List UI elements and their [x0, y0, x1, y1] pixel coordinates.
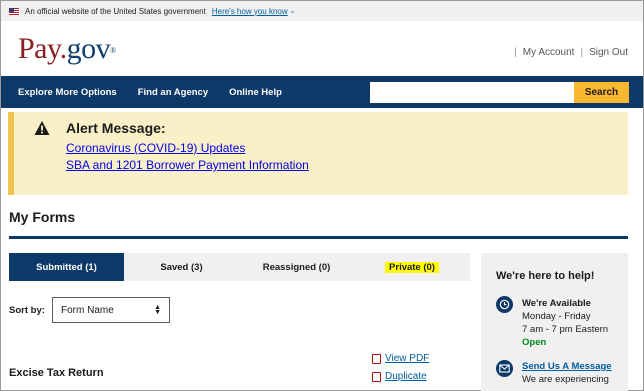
logo-pay: Pay: [18, 32, 60, 65]
search-button[interactable]: Search: [574, 82, 629, 103]
main-nav: Explore More Options Find an Agency Onli…: [1, 76, 643, 108]
paygov-logo[interactable]: Pay.gov®: [18, 32, 116, 66]
tab-submitted[interactable]: Submitted (1): [9, 253, 124, 281]
logo-gov: gov: [66, 32, 111, 65]
forms-tabs: Submitted (1) Saved (3) Reassigned (0) P…: [9, 253, 470, 281]
alert-title: Alert Message:: [66, 120, 166, 136]
duplicate-link[interactable]: Duplicate: [385, 371, 427, 382]
sort-select[interactable]: Form Name ▲ ▼: [52, 297, 170, 323]
header-separator-left: |: [514, 47, 517, 58]
duplicate-action[interactable]: Duplicate: [372, 371, 427, 382]
availability-title: We're Available: [522, 298, 591, 309]
chevron-down-icon[interactable]: ⌄: [290, 7, 296, 15]
availability-hours: 7 am - 7 pm Eastern: [522, 324, 609, 335]
header-links: | My Account | Sign Out: [508, 47, 628, 58]
send-message-link[interactable]: Send Us A Message: [522, 360, 612, 373]
us-flag-icon: [9, 7, 19, 15]
pdf-icon: [372, 353, 381, 364]
sort-label: Sort by:: [9, 305, 45, 316]
nav-explore-more-options[interactable]: Explore More Options: [1, 87, 121, 98]
sba-payment-info-link[interactable]: SBA and 1201 Borrower Payment Informatio…: [66, 158, 309, 172]
availability-days: Monday - Friday: [522, 311, 591, 322]
select-arrows-icon: ▲ ▼: [154, 304, 161, 316]
help-title: We're here to help!: [496, 270, 595, 282]
my-account-link[interactable]: My Account: [523, 47, 575, 58]
page-title: My Forms: [9, 209, 76, 225]
nav-find-an-agency[interactable]: Find an Agency: [121, 87, 212, 98]
covid-updates-link[interactable]: Coronavirus (COVID-19) Updates: [66, 141, 245, 155]
title-divider: [9, 236, 628, 239]
tab-private-label: Private (0): [385, 261, 439, 273]
warning-icon: [34, 121, 50, 135]
tab-reassigned[interactable]: Reassigned (0): [239, 253, 354, 281]
experiencing-text: We are experiencing: [522, 374, 609, 385]
search-input[interactable]: [370, 82, 574, 103]
duplicate-icon: [372, 371, 381, 382]
logo-registered: ®: [110, 46, 116, 55]
gov-banner: An official website of the United States…: [1, 1, 643, 21]
sign-out-link[interactable]: Sign Out: [589, 47, 628, 58]
alert-banner: Alert Message: Coronavirus (COVID-19) Up…: [8, 112, 628, 195]
nav-online-help[interactable]: Online Help: [212, 87, 286, 98]
gov-banner-text: An official website of the United States…: [25, 6, 206, 16]
logo-dot: .: [59, 32, 68, 65]
tab-saved[interactable]: Saved (3): [124, 253, 239, 281]
sort-selected-value: Form Name: [61, 304, 114, 316]
mail-icon: [496, 360, 513, 377]
tab-private[interactable]: Private (0): [354, 253, 470, 281]
open-status: Open: [522, 337, 547, 348]
help-panel: We're here to help! We're Available Mond…: [481, 253, 628, 391]
header-separator: |: [580, 47, 584, 58]
view-pdf-link[interactable]: View PDF: [385, 353, 429, 364]
how-you-know-link[interactable]: Here's how you know: [212, 7, 288, 16]
clock-icon: [496, 296, 513, 313]
form-name: Excise Tax Return: [9, 367, 104, 379]
view-pdf-action[interactable]: View PDF: [372, 353, 429, 364]
